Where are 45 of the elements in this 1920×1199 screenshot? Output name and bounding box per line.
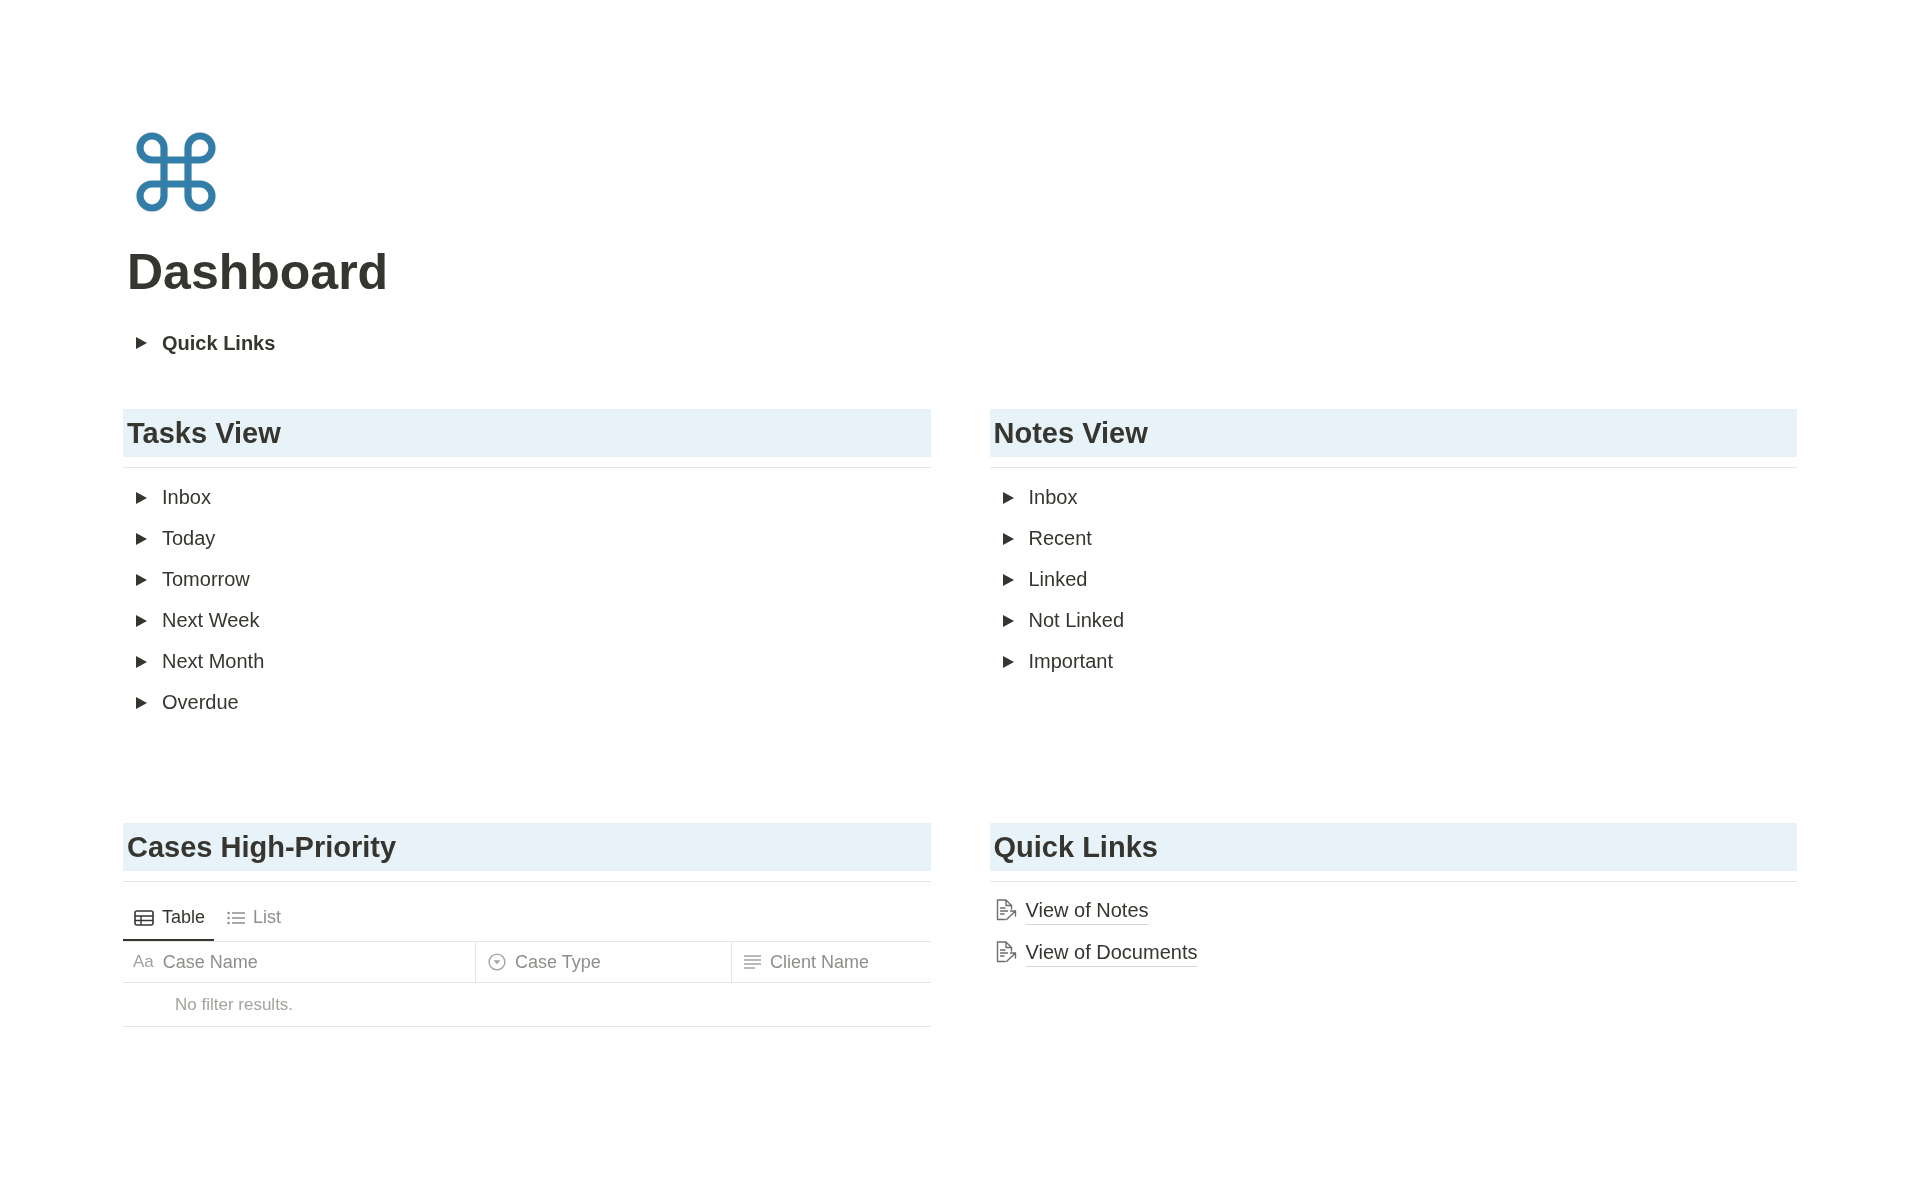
toggle-text: Quick Links [162,331,276,355]
toggle-text: Today [162,527,216,550]
toggle-text: Next Month [162,650,265,673]
toggle-triangle-icon[interactable] [136,532,147,545]
toggle-text: Tomorrow [162,568,250,591]
section-heading: Notes View [989,409,1797,457]
toggle-text: Important [1028,650,1113,673]
toggle-text: Inbox [1028,486,1078,509]
view-tab[interactable]: List [216,896,291,941]
toggle-text: Not Linked [1028,609,1125,632]
toggle-triangle-icon[interactable] [136,655,147,668]
toggle-triangle-icon[interactable] [136,337,147,349]
text-lines-icon [744,955,761,969]
section-heading: Quick Links [989,823,1797,871]
column-header[interactable]: Case Type [476,942,732,982]
dropdown-circle-icon [488,953,506,971]
toggle-triangle-icon[interactable] [1002,491,1014,504]
page-arrow-icon [994,941,1017,963]
title-property-icon: Aa [133,952,154,972]
toggle-triangle-icon[interactable] [1002,573,1014,586]
table-grid-icon [134,909,154,926]
toggle-triangle-icon[interactable] [136,491,147,504]
toggle-triangle-icon[interactable] [136,614,147,627]
page-link[interactable]: View of Documents [989,931,1198,973]
column-header[interactable]: Client Name [732,942,931,982]
bulleted-list-icon [227,910,246,925]
toggle-triangle-icon[interactable] [1002,532,1014,545]
view-tab[interactable]: Table [123,896,215,941]
empty-state-text: No filter results. [175,994,294,1015]
toggle-text: Overdue [162,691,239,714]
column-header[interactable]: Aa Case Name [123,942,476,982]
toggle-triangle-icon[interactable] [1002,655,1014,668]
toggle-text: Inbox [162,486,211,509]
toggle-text: Linked [1028,568,1088,591]
toggle-triangle-icon[interactable] [136,696,147,709]
page-link[interactable]: View of Notes [989,889,1149,931]
page-arrow-icon [994,899,1017,921]
section-heading: Cases High-Priority [123,823,931,871]
page-title: Dashboard [126,243,389,302]
command-key-icon [136,132,216,212]
toggle-triangle-icon[interactable] [1002,614,1014,627]
section-heading: Tasks View [123,409,931,457]
toggle-text: Next Week [162,609,260,632]
toggle-triangle-icon[interactable] [136,573,147,586]
toggle-text: Recent [1028,527,1092,550]
